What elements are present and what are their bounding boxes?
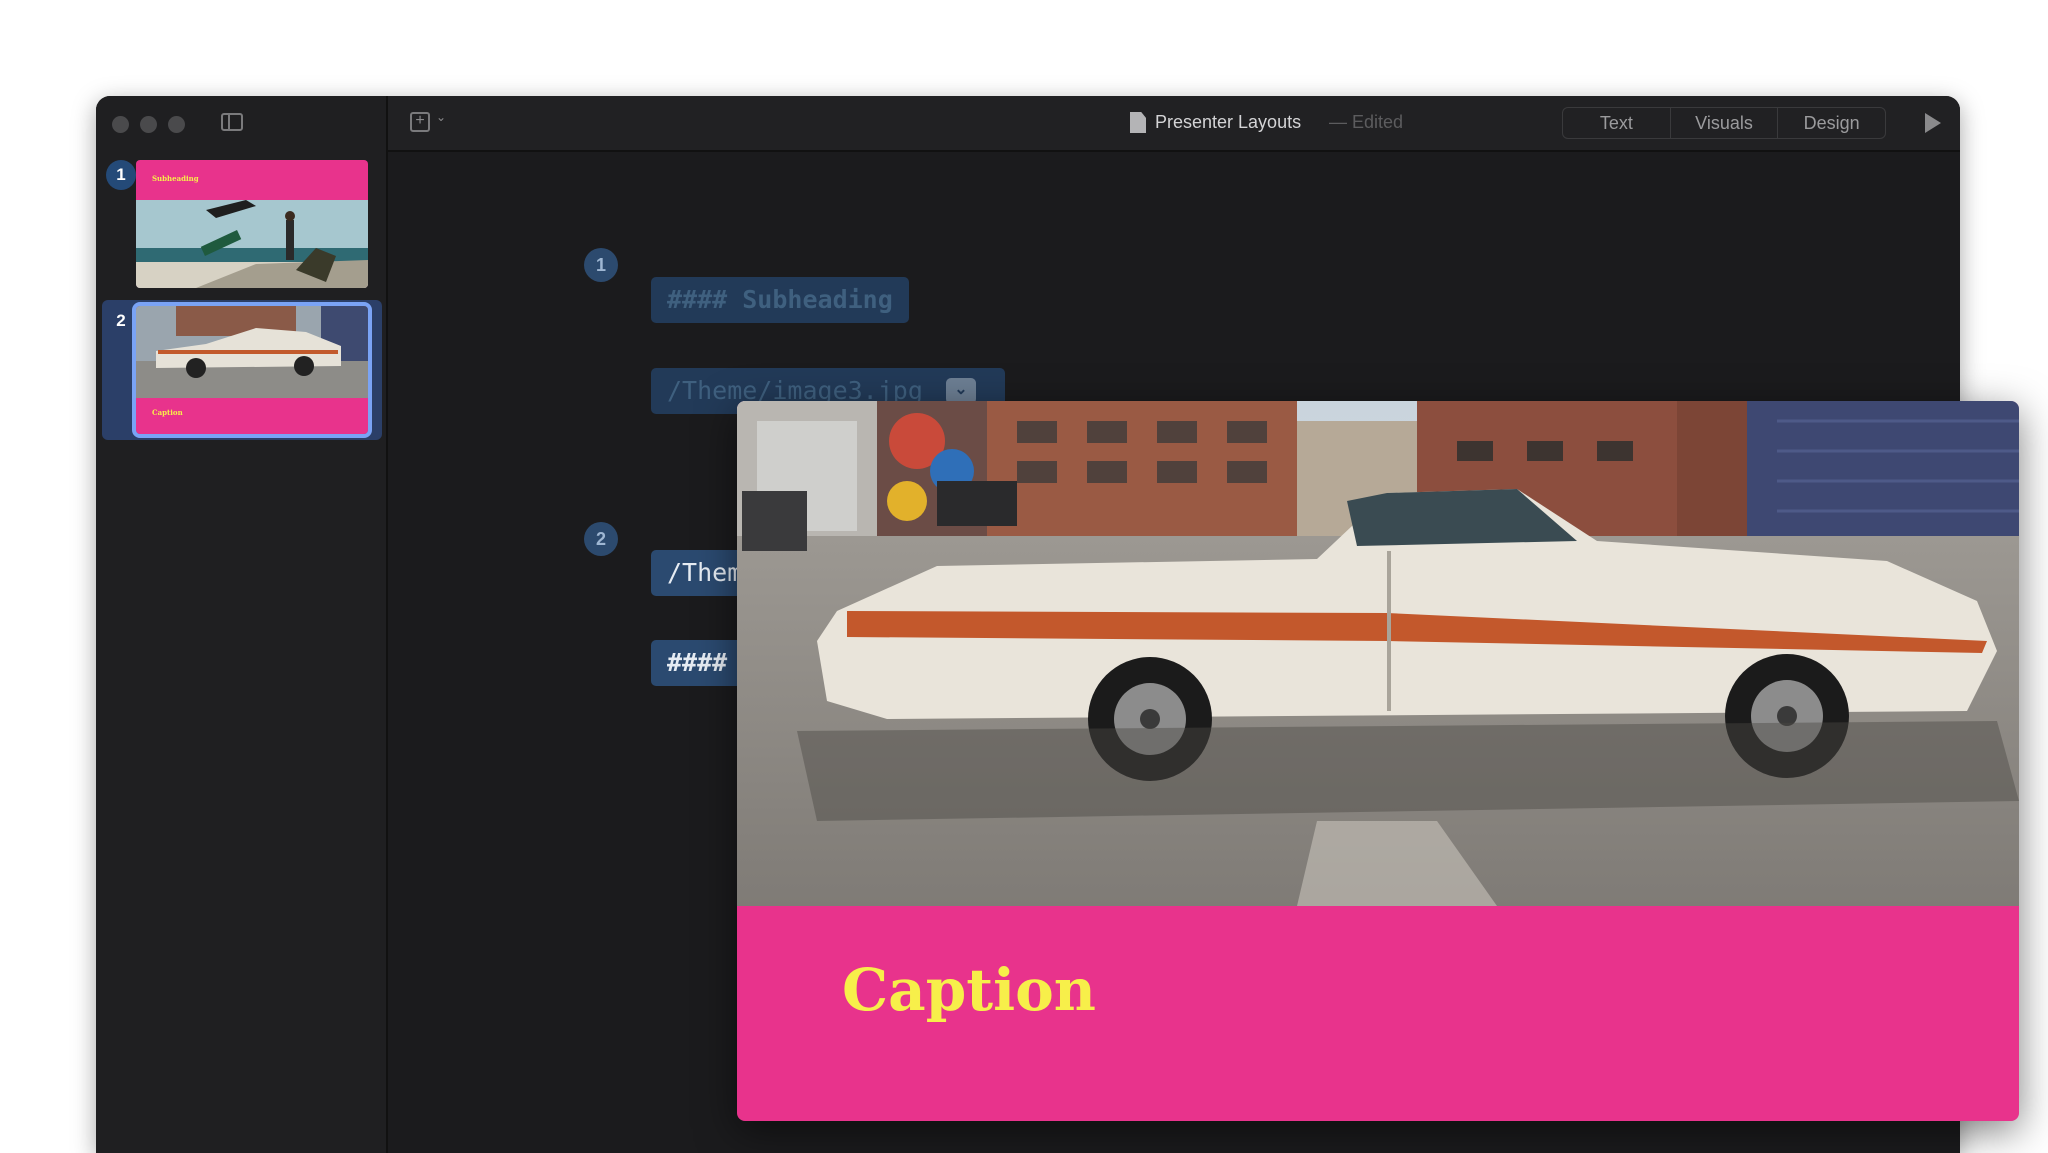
slide-marker-2[interactable]: 2: [584, 522, 618, 556]
close-window-button[interactable]: [112, 116, 129, 133]
play-icon[interactable]: [1925, 113, 1941, 133]
slide-marker-1[interactable]: 1: [584, 248, 618, 282]
minimize-window-button[interactable]: [140, 116, 157, 133]
slide-thumbnail[interactable]: Subheading: [136, 160, 368, 288]
slide-caption: Caption: [842, 956, 1096, 1024]
slide-preview-popover: Caption: [737, 401, 2019, 1121]
slide-number: 1: [106, 160, 136, 190]
tab-design[interactable]: Design: [1778, 108, 1885, 138]
tab-text[interactable]: Text: [1563, 108, 1671, 138]
slide-item-1[interactable]: 1 Subheading: [102, 154, 382, 290]
thumbnail-image: [136, 200, 368, 288]
slide-thumbnail[interactable]: Caption: [132, 302, 372, 438]
thumbnail-image: [136, 306, 368, 398]
toolbar: + ⌄ Presenter Layouts — Edited Text Visu…: [388, 96, 1960, 152]
sidebar-toggle-icon[interactable]: [221, 113, 243, 131]
document-status: — Edited: [1329, 112, 1404, 132]
zoom-window-button[interactable]: [168, 116, 185, 133]
slide-navigator: 1 Subheading 2 Caption: [96, 96, 388, 1153]
slide-photo: [737, 401, 2019, 906]
slide-number: 2: [116, 311, 126, 330]
thumbnail-title: Caption: [152, 408, 183, 417]
slide-item-2[interactable]: 2 Caption: [102, 300, 382, 440]
add-slide-icon[interactable]: +: [410, 112, 430, 132]
document-icon: [1130, 112, 1146, 133]
tab-visuals[interactable]: Visuals: [1671, 108, 1779, 138]
code-line-heading[interactable]: #### Subheading: [651, 277, 909, 323]
code-line-heading[interactable]: ####: [651, 640, 751, 686]
code-line-image-path[interactable]: /Them: [651, 550, 751, 596]
view-mode-selector: Text Visuals Design: [1562, 107, 1886, 139]
chevron-down-icon[interactable]: ⌄: [436, 110, 446, 124]
thumbnail-title: Subheading: [152, 174, 199, 183]
document-title: Presenter Layouts: [1155, 112, 1302, 132]
